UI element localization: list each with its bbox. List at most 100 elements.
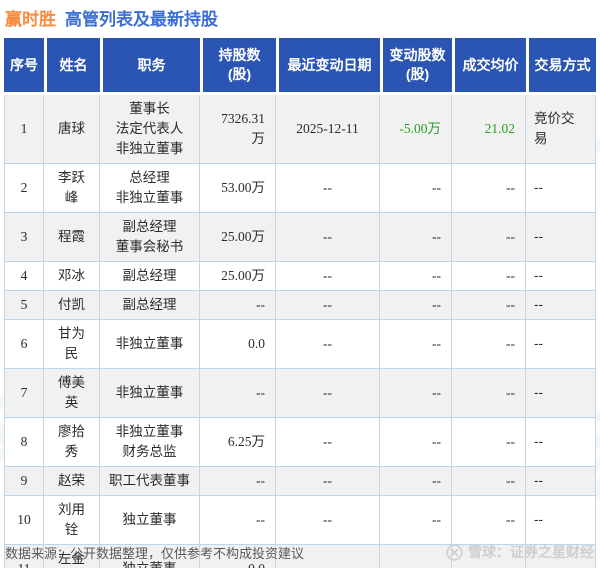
table-cell: -- (276, 467, 380, 496)
table-cell: 6 (4, 320, 44, 369)
table-cell: 21.02 (452, 95, 526, 164)
brand-watermark: 雪球：证券之星财经 (446, 542, 594, 562)
table-header-row: 序号 姓名 职务 持股数 (股) 最近变动日期 变动股数 (股) 成交均价 交易方式 (4, 38, 596, 95)
table-cell: 53.00万 (200, 164, 276, 213)
table-cell: 总经理 非独立董事 (100, 164, 200, 213)
table-cell: -- (276, 262, 380, 291)
table-cell: 唐球 (44, 95, 100, 164)
table-cell: -- (276, 164, 380, 213)
table-cell: -- (276, 291, 380, 320)
table-cell: -- (452, 369, 526, 418)
table-cell: 8 (4, 418, 44, 467)
table-cell: 0.0 (200, 320, 276, 369)
table-cell: 赵荣 (44, 467, 100, 496)
table-cell: -- (380, 496, 452, 545)
table-cell: 副总经理 (100, 291, 200, 320)
table-cell: -5.00万 (380, 95, 452, 164)
table-cell: 竞价交易 (526, 95, 596, 164)
table-cell: 6.25万 (200, 418, 276, 467)
table-cell: -- (526, 369, 596, 418)
table-cell: -- (526, 213, 596, 262)
table-cell: 职工代表董事 (100, 467, 200, 496)
table-cell: -- (380, 213, 452, 262)
table-cell: 副总经理 (100, 262, 200, 291)
table-cell: 甘为民 (44, 320, 100, 369)
table-row: 2 李跃峰 总经理 非独立董事 53.00万 -- -- -- -- (4, 164, 596, 213)
table-cell: 董事长 法定代表人 非独立董事 (100, 95, 200, 164)
table-cell: -- (200, 496, 276, 545)
table-cell: -- (452, 213, 526, 262)
table-row: 9 赵荣 职工代表董事 -- -- -- -- -- (4, 467, 596, 496)
table-row: 10 刘用铨 独立董事 -- -- -- -- -- (4, 496, 596, 545)
column-header: 最近变动日期 (276, 38, 380, 95)
table-cell: 邓冰 (44, 262, 100, 291)
table-cell: 刘用铨 (44, 496, 100, 545)
table-cell: 2 (4, 164, 44, 213)
table-cell: -- (452, 164, 526, 213)
xueqiu-logo-icon (446, 543, 463, 561)
title-subtitle: 高管列表及最新持股 (65, 10, 218, 29)
table-cell: 1 (4, 95, 44, 164)
column-header: 变动股数 (股) (380, 38, 452, 95)
company-name: 赢时胜 (5, 10, 56, 29)
table-cell: 25.00万 (200, 213, 276, 262)
column-header: 职务 (100, 38, 200, 95)
table-cell: -- (200, 291, 276, 320)
table-row: 8 廖拾秀 非独立董事 财务总监 6.25万 -- -- -- -- (4, 418, 596, 467)
footer: 数据来源：公开数据整理，仅供参考不构成投资建议 雪球：证券之星财经 (0, 542, 600, 562)
table-cell: -- (526, 496, 596, 545)
table-cell: -- (380, 418, 452, 467)
table-cell: -- (526, 164, 596, 213)
table-cell: -- (526, 291, 596, 320)
table-cell: -- (380, 467, 452, 496)
table-cell: -- (380, 320, 452, 369)
table-cell: 独立董事 (100, 496, 200, 545)
table-cell: 非独立董事 财务总监 (100, 418, 200, 467)
table-cell: 25.00万 (200, 262, 276, 291)
table-cell: -- (452, 467, 526, 496)
table-cell: -- (526, 467, 596, 496)
table-body: 1 唐球 董事长 法定代表人 非独立董事 7326.31万 2025-12-11 -5.0… (4, 95, 596, 568)
table-cell: 3 (4, 213, 44, 262)
page-title: 赢时胜 高管列表及最新持股 (0, 0, 600, 38)
column-header: 交易方式 (526, 38, 596, 95)
table-cell: 10 (4, 496, 44, 545)
column-header: 姓名 (44, 38, 100, 95)
table-cell: -- (380, 291, 452, 320)
table-cell: 9 (4, 467, 44, 496)
table-head: 序号 姓名 职务 持股数 (股) 最近变动日期 变动股数 (股) 成交均价 交易方式 (4, 38, 596, 95)
executives-table: 序号 姓名 职务 持股数 (股) 最近变动日期 变动股数 (股) 成交均价 交易方式 1 唐球董… (4, 38, 596, 568)
table-row: 3 程霞 副总经理 董事会秘书 25.00万 -- -- -- -- (4, 213, 596, 262)
table-cell: -- (276, 320, 380, 369)
table-cell: -- (380, 164, 452, 213)
table-cell: 5 (4, 291, 44, 320)
table-cell: 程霞 (44, 213, 100, 262)
table-cell: 付凯 (44, 291, 100, 320)
table-cell: -- (200, 369, 276, 418)
table-cell: -- (526, 320, 596, 369)
table-cell: 7 (4, 369, 44, 418)
table-row: 1 唐球 董事长 法定代表人 非独立董事 7326.31万 2025-12-11 -5.0… (4, 95, 596, 164)
table-cell: -- (380, 369, 452, 418)
table-cell: -- (200, 467, 276, 496)
table-cell: 傅美英 (44, 369, 100, 418)
table-cell: -- (452, 262, 526, 291)
data-source-note: 数据来源：公开数据整理，仅供参考不构成投资建议 (5, 545, 305, 561)
table-cell: 廖拾秀 (44, 418, 100, 467)
table-cell: -- (526, 262, 596, 291)
table-cell: -- (380, 262, 452, 291)
table-cell: -- (276, 213, 380, 262)
table-cell: -- (526, 418, 596, 467)
table-cell: 非独立董事 (100, 369, 200, 418)
table-cell: 4 (4, 262, 44, 291)
table-row: 4 邓冰 副总经理 25.00万 -- -- -- -- (4, 262, 596, 291)
table-cell: -- (452, 496, 526, 545)
column-header: 序号 (4, 38, 44, 95)
table-cell: 非独立董事 (100, 320, 200, 369)
table-cell: 2025-12-11 (276, 95, 380, 164)
table-row: 5 付凯 副总经理 -- -- -- -- -- (4, 291, 596, 320)
table-cell: -- (452, 291, 526, 320)
table-cell: 李跃峰 (44, 164, 100, 213)
table-cell: 副总经理 董事会秘书 (100, 213, 200, 262)
table-cell: -- (276, 418, 380, 467)
